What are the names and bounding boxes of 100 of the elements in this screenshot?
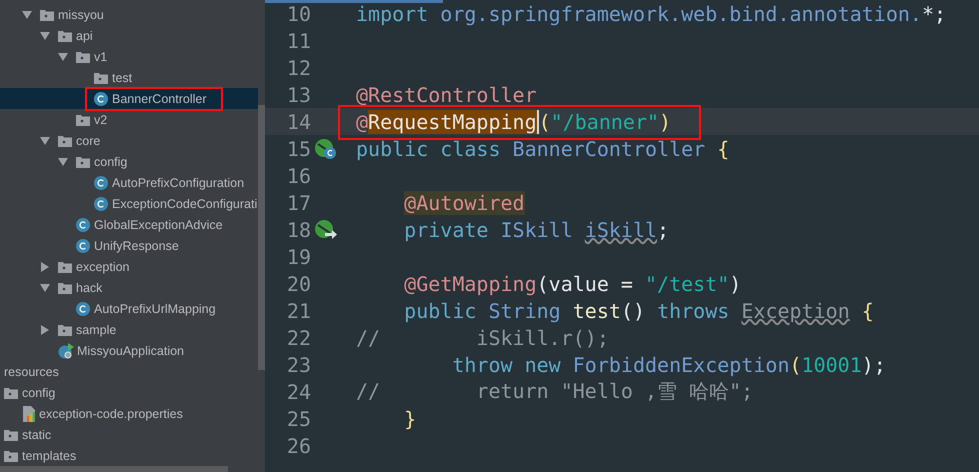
line-number: 20: [286, 272, 311, 296]
class-icon: [76, 302, 90, 316]
tree-row[interactable]: templates: [0, 445, 258, 466]
tree-row[interactable]: sample: [0, 319, 258, 340]
line-number: 26: [286, 434, 311, 458]
file-name: missyou: [58, 8, 104, 22]
file-name: BannerController: [112, 92, 206, 106]
file-name: exception-code.properties: [39, 406, 183, 420]
file-name: GlobalExceptionAdvice: [94, 218, 223, 232]
code-line: import org.springframework.web.bind.annotation.*;: [356, 2, 946, 26]
tree-row[interactable]: MissyouApplication: [0, 340, 258, 361]
expanded-arrow-icon[interactable]: [58, 52, 68, 62]
file-name: static: [22, 428, 52, 442]
line-number: 25: [286, 406, 311, 430]
tree-row[interactable]: test: [0, 67, 258, 88]
folder-icon: [58, 282, 72, 294]
expanded-arrow-icon[interactable]: [40, 30, 50, 40]
tree-row[interactable]: hack: [0, 277, 258, 298]
tree-row[interactable]: UnifyResponse: [0, 235, 258, 256]
tree-row[interactable]: GlobalExceptionAdvice: [0, 214, 258, 235]
line-number: 11: [286, 28, 311, 52]
vertical-scrollbar[interactable]: [258, 105, 265, 370]
line-number: 18: [286, 218, 311, 242]
file-name: MissyouApplication: [77, 344, 184, 358]
line-number: 12: [286, 56, 311, 80]
folder-icon: [76, 114, 90, 126]
file-name: core: [76, 134, 100, 148]
tree-row[interactable]: config: [0, 151, 258, 172]
expanded-arrow-icon[interactable]: [22, 10, 32, 20]
line-number: 17: [286, 190, 311, 214]
class-icon: [94, 176, 108, 190]
code-line: // iSkill.r();: [356, 326, 609, 350]
file-name: api: [76, 28, 93, 42]
file-name: resources: [4, 364, 59, 378]
folder-icon: [76, 50, 90, 62]
folder-icon: [58, 324, 72, 336]
file-name: config: [22, 386, 56, 400]
tree-row[interactable]: resources: [0, 361, 258, 382]
file-name: hack: [76, 280, 102, 294]
class-icon: [94, 196, 108, 210]
folder-icon: [40, 8, 54, 20]
folder-icon: [58, 134, 72, 146]
tree-row[interactable]: missyou: [0, 4, 258, 25]
folder-icon: [4, 450, 18, 462]
file-name: v2: [94, 112, 108, 126]
file-name: exception: [76, 260, 130, 274]
collapsed-arrow-icon[interactable]: [40, 262, 50, 272]
code-line: // return "Hello ,雪 哈哈";: [356, 378, 754, 405]
tree-row[interactable]: exception-code.properties: [0, 403, 258, 424]
line-number: 23: [286, 352, 311, 376]
folder-icon: [76, 156, 90, 168]
code-line: public String test() throws Exception {: [403, 298, 874, 322]
tree-row[interactable]: v1: [0, 46, 258, 67]
file-name: sample: [76, 322, 116, 336]
tree-row[interactable]: core: [0, 130, 258, 151]
tree-row[interactable]: v2: [0, 109, 258, 130]
file-name: ExceptionCodeConfigurati: [112, 196, 258, 210]
folder-icon: [94, 72, 108, 84]
file-name: AutoPrefixConfiguration: [112, 176, 244, 190]
file-name: v1: [94, 50, 108, 64]
tree-row[interactable]: config: [0, 382, 258, 403]
line-number: 19: [286, 244, 311, 268]
file-name: templates: [22, 448, 76, 462]
code-line: @GetMapping(value = "/test"): [403, 272, 742, 296]
properties-file-icon: [22, 406, 36, 422]
expanded-arrow-icon[interactable]: [40, 136, 50, 146]
file-name: test: [112, 70, 132, 84]
tree-row[interactable]: api: [0, 25, 258, 46]
expanded-arrow-icon[interactable]: [40, 282, 50, 292]
tree-row[interactable]: AutoPrefixConfiguration: [0, 172, 258, 193]
tree-row[interactable]: exception: [0, 256, 258, 277]
injection-marker-icon[interactable]: [314, 218, 338, 240]
class-icon: [94, 92, 108, 106]
line-number: 22: [286, 326, 311, 350]
folder-icon: [4, 428, 18, 440]
code-line: throw new ForbiddenException(10001);: [451, 352, 886, 376]
tree-row[interactable]: static: [0, 424, 258, 445]
tree-row[interactable]: ExceptionCodeConfigurati: [0, 193, 258, 214]
file-name: AutoPrefixUrlMapping: [94, 302, 216, 316]
horizontal-scrollbar[interactable]: [0, 466, 228, 472]
class-marker-icon[interactable]: [314, 138, 338, 160]
folder-icon: [4, 386, 18, 398]
line-number: 21: [286, 298, 311, 322]
class-icon: [76, 218, 90, 232]
application-icon: [58, 342, 74, 358]
line-number: 13: [286, 82, 311, 106]
tree-row[interactable]: AutoPrefixUrlMapping: [0, 298, 258, 319]
tree-row[interactable]: BannerController: [0, 88, 258, 109]
class-icon: [76, 238, 90, 252]
line-number: 15: [286, 136, 311, 160]
expanded-arrow-icon[interactable]: [58, 156, 68, 166]
file-name: UnifyResponse: [94, 238, 179, 252]
code-line: @RestController: [356, 82, 537, 106]
code-line: public class BannerController {: [356, 136, 730, 160]
file-name: config: [94, 154, 128, 168]
code-line: private ISkill iSkill;: [403, 218, 670, 242]
collapsed-arrow-icon[interactable]: [40, 324, 50, 334]
line-number: 14: [286, 110, 311, 134]
folder-icon: [58, 260, 72, 272]
folder-icon: [58, 30, 72, 42]
